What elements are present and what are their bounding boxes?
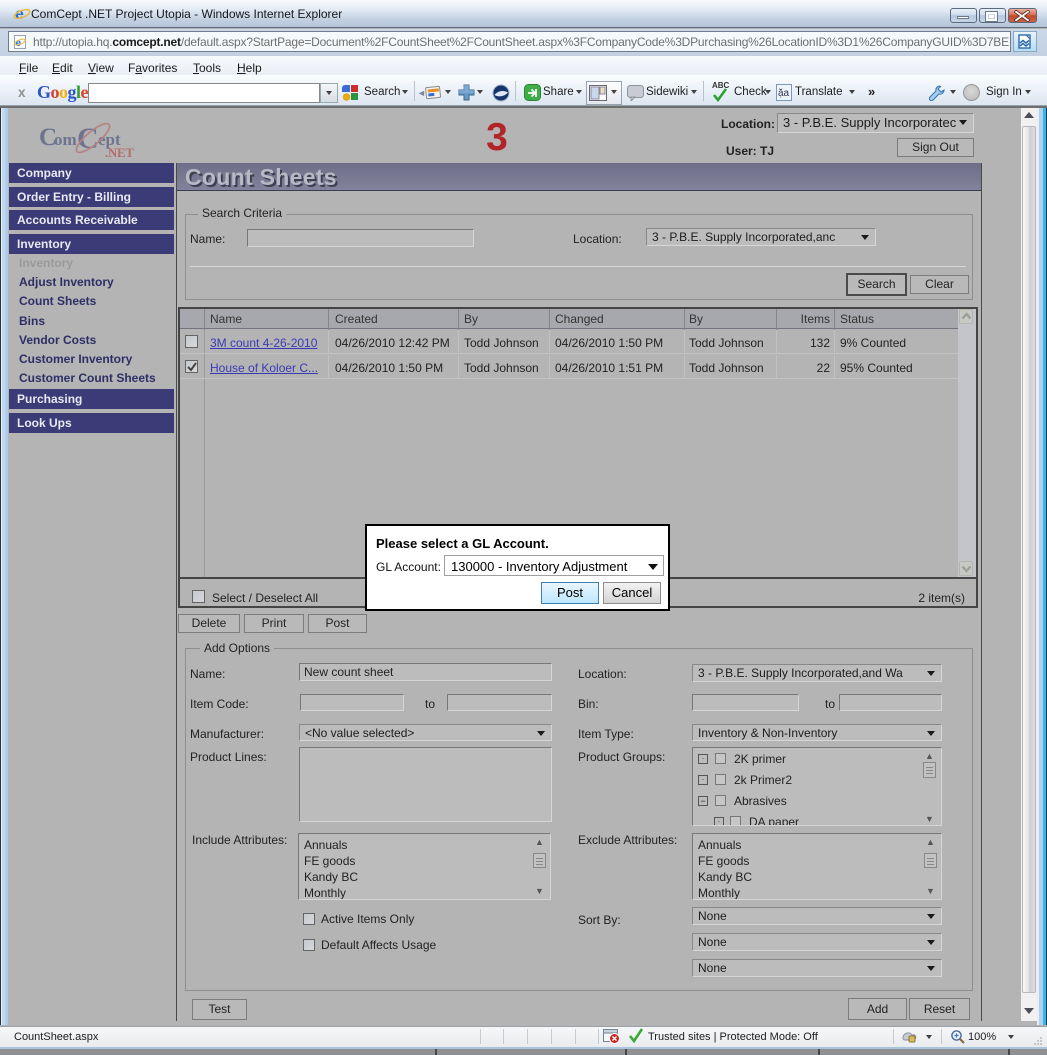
svg-text:.NET: .NET — [105, 146, 134, 160]
svg-text:e: e — [15, 6, 24, 23]
svg-text:om: om — [54, 130, 77, 149]
svg-text:ặa: ặa — [778, 88, 790, 99]
